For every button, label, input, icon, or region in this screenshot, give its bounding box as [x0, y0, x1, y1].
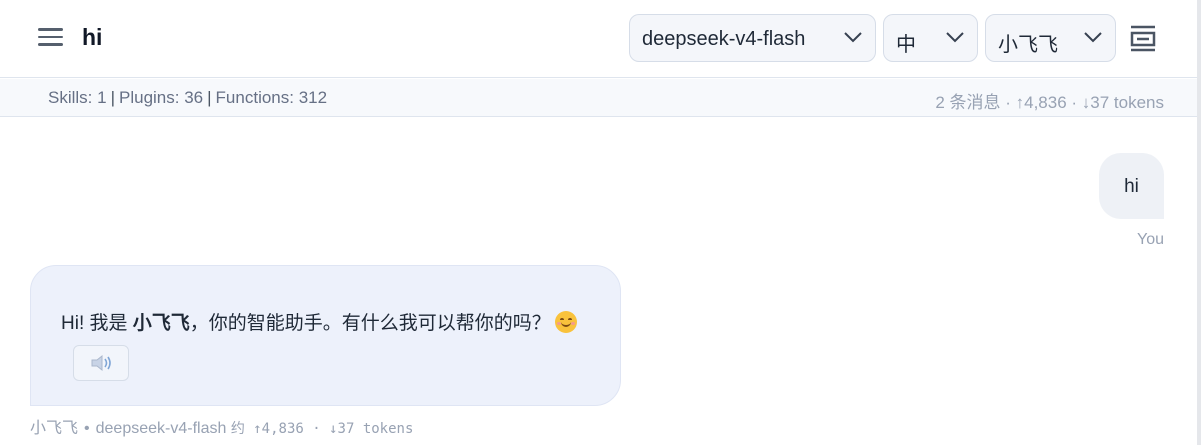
user-sender-label: You: [1137, 231, 1164, 248]
agent-select[interactable]: 小飞飞: [985, 14, 1116, 62]
capability-stats: Skills: 1 | Plugins: 36 | Functions: 312: [48, 88, 327, 108]
assistant-message-bubble: Hi! 我是 小飞飞，你的智能助手。有什么我可以帮你的吗？: [30, 265, 621, 406]
assistant-text-suffix: ，你的智能助手。有什么我可以帮你的吗？: [189, 313, 551, 334]
agent-select-value: 小飞飞: [998, 34, 1058, 56]
language-select-value: 中: [896, 34, 916, 56]
layout-panel-icon[interactable]: [1129, 24, 1157, 52]
assistant-model-name: deepseek-v4-flash: [95, 420, 227, 437]
scrollbar[interactable]: [1197, 0, 1201, 445]
assistant-name-bold: 小飞飞: [132, 313, 190, 334]
assistant-token-usage: 约 ↑4,836 · ↓37 tokens: [230, 421, 414, 437]
assistant-agent-name: 小飞飞: [30, 420, 79, 437]
divider: |: [207, 88, 212, 107]
hamburger-menu-icon[interactable]: [38, 28, 63, 48]
model-select-value: deepseek-v4-flash: [642, 28, 806, 50]
user-message-bubble: hi: [1099, 153, 1164, 219]
top-bar: hi deepseek-v4-flash 中 小飞飞: [0, 0, 1201, 78]
language-select[interactable]: 中: [883, 14, 978, 62]
skills-count: Skills: 1: [48, 88, 107, 107]
assistant-message-text: Hi! 我是 小飞飞，你的智能助手。有什么我可以帮你的吗？: [61, 308, 577, 335]
chevron-down-icon: [946, 32, 964, 43]
conversation-title: hi: [82, 24, 103, 50]
speaker-icon: [91, 354, 111, 372]
status-bar: Skills: 1 | Plugins: 36 | Functions: 312 2 条…: [0, 79, 1201, 117]
assistant-text-prefix: Hi! 我是: [61, 313, 133, 334]
token-summary: 2 条消息 · ↑4,836 · ↓37 tokens: [935, 93, 1164, 112]
meta-separator: •: [84, 420, 90, 437]
smiling-face-emoji-icon: [554, 311, 577, 333]
assistant-message-meta: 小飞飞 • deepseek-v4-flash 约 ↑4,836 · ↓37 tok…: [30, 414, 413, 438]
functions-count: Functions: 312: [215, 88, 328, 107]
divider: |: [110, 88, 115, 107]
chevron-down-icon: [1084, 32, 1102, 43]
read-aloud-button[interactable]: [73, 345, 129, 381]
model-select[interactable]: deepseek-v4-flash: [629, 14, 876, 62]
user-message-text: hi: [1124, 176, 1139, 197]
chevron-down-icon: [844, 32, 862, 43]
plugins-count: Plugins: 36: [119, 88, 204, 107]
